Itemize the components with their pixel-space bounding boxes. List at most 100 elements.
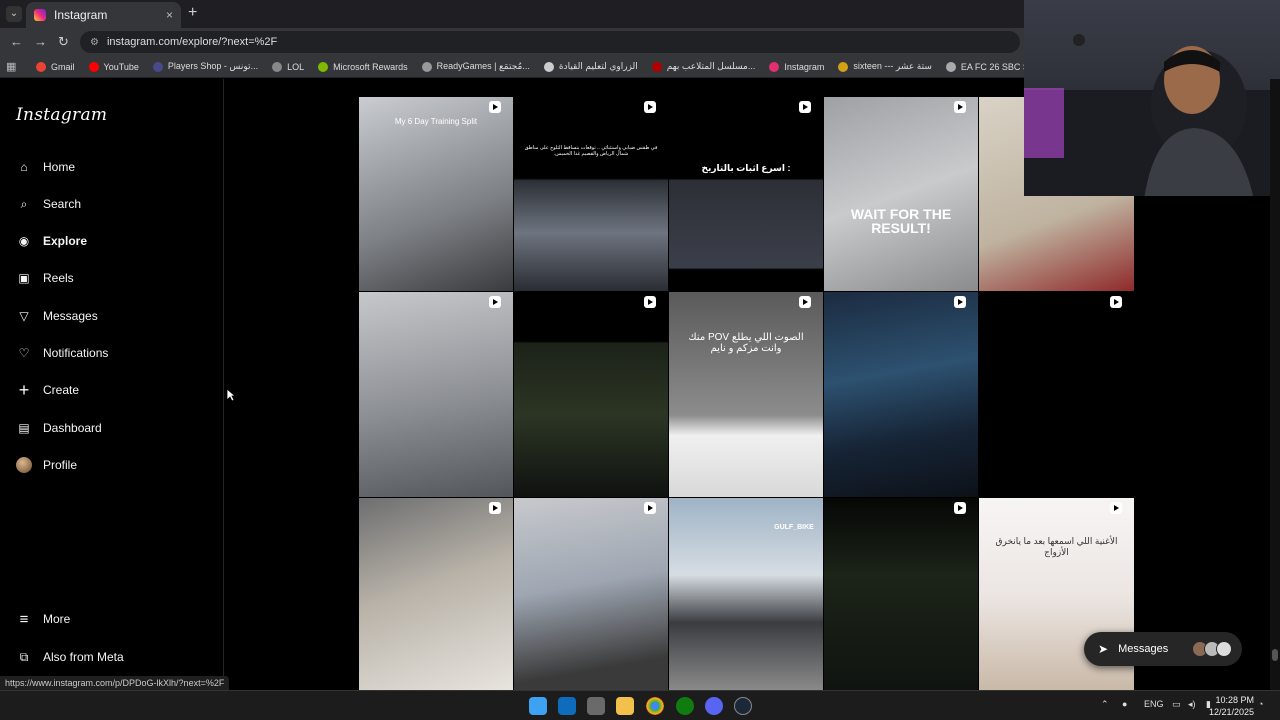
message-avatars [1192, 641, 1232, 657]
explore-grid: My 6 Day Training Split في طقس ضبابي واس… [359, 97, 1135, 690]
instagram-sidebar: Instagram ⌂ Home ⌕ Search ◉ Explore ▣ Re… [0, 79, 224, 690]
explore-post[interactable]: اسرع اثبات بالتاريخ : [669, 97, 823, 291]
explore-post[interactable]: الصوت اللي يطلع POV منك وانت مزكم و نايم [669, 292, 823, 497]
reel-icon [954, 296, 966, 308]
new-tab-button[interactable]: + [188, 4, 197, 22]
reel-icon [489, 101, 501, 113]
volume-icon[interactable]: ◂) [1188, 699, 1196, 710]
instagram-favicon-icon [34, 9, 46, 21]
reels-icon: ▣ [18, 271, 30, 285]
nav-more[interactable]: ≡ More [16, 607, 71, 631]
explore-post[interactable]: My 6 Day Training Split [359, 97, 513, 291]
steam-icon[interactable] [734, 697, 752, 715]
menu-icon: ≡ [19, 610, 29, 628]
gmail-icon [36, 61, 46, 72]
search-icon: ⌕ [20, 196, 28, 211]
nav-explore[interactable]: ◉ Explore [16, 229, 87, 253]
explore-post[interactable] [979, 292, 1134, 497]
close-tab-icon[interactable]: × [166, 8, 173, 22]
bookmark-item[interactable]: YouTube [88, 61, 139, 72]
back-button[interactable]: ← [10, 34, 23, 49]
send-icon: ➤ [1098, 642, 1109, 656]
bookmark-item[interactable]: مسلسل المتلاعب بهم... [651, 61, 755, 72]
nav-create[interactable]: + Create [16, 378, 79, 402]
nav-reels[interactable]: ▣ Reels [16, 266, 73, 290]
reel-icon [1110, 502, 1122, 514]
language-indicator[interactable]: ENG [1144, 699, 1164, 709]
apps-icon[interactable]: ▦ [6, 60, 20, 73]
explore-post[interactable] [824, 292, 978, 497]
page-scrollbar[interactable] [1270, 79, 1280, 690]
series-icon [651, 61, 662, 72]
avatar [16, 457, 32, 473]
outlook-icon[interactable] [558, 697, 576, 715]
reel-icon [954, 101, 966, 113]
ea-fc-icon [945, 61, 956, 72]
network-icon[interactable]: ▭ [1172, 699, 1181, 710]
explore-post[interactable] [514, 498, 668, 690]
bookmark-item[interactable]: Players Shop - تونس... [152, 61, 258, 72]
nav-messages[interactable]: ▽ Messages [16, 304, 97, 328]
meta-apps-icon: ⧉ [19, 649, 29, 664]
nav-notifications[interactable]: ♡ Notifications [16, 341, 109, 365]
webcam-overlay [1024, 0, 1280, 196]
reel-icon [644, 296, 656, 308]
explore-post[interactable] [824, 498, 978, 690]
bookmark-item[interactable]: sixteen --- ستة عشر [838, 61, 932, 72]
nav-profile[interactable]: Profile [16, 453, 77, 477]
explore-post[interactable] [359, 292, 513, 497]
bookmark-item[interactable]: الزراوي لتعليم القيادة [543, 61, 638, 72]
file-explorer-icon[interactable] [616, 697, 634, 715]
reel-icon [644, 502, 656, 514]
bookmark-item[interactable]: LOL [272, 61, 304, 72]
nav-dashboard[interactable]: ▤ Dashboard [16, 416, 101, 440]
xbox-icon[interactable] [676, 697, 694, 715]
plus-icon: + [18, 379, 30, 400]
nav-also-from-meta[interactable]: ⧉ Also from Meta [16, 645, 124, 669]
heart-icon: ♡ [18, 346, 30, 360]
explore-post[interactable]: GULF_BIKE [669, 498, 823, 690]
microphone-icon[interactable]: ● [1122, 699, 1127, 709]
show-hidden-icons[interactable]: ⌃ [1101, 699, 1109, 710]
bookmark-item[interactable]: Gmail [36, 61, 75, 72]
store-icon[interactable] [587, 697, 605, 715]
bookmark-item[interactable]: Instagram [769, 61, 824, 72]
explore-post[interactable]: WAIT FOR THE RESULT! [824, 97, 978, 291]
messages-button[interactable]: ➤ Messages [1084, 632, 1242, 666]
tab-search-icon[interactable]: ⌄ [6, 6, 22, 22]
nav-home[interactable]: ⌂ Home [16, 155, 75, 179]
avatar [1216, 641, 1232, 657]
youtube-icon [88, 61, 99, 72]
tab-instagram[interactable]: Instagram × [26, 2, 181, 28]
windows-start-icon[interactable] [529, 697, 547, 715]
readygames-icon [421, 61, 432, 72]
bookmark-item[interactable]: ReadyGames | مُجتمَع... [421, 61, 530, 72]
driving-school-icon [543, 61, 554, 72]
chart-icon: ▤ [18, 421, 30, 435]
site-info-icon[interactable]: ⚙ [90, 37, 99, 48]
explore-post[interactable] [359, 498, 513, 690]
chrome-icon[interactable] [646, 697, 664, 715]
reel-icon [799, 101, 811, 113]
instagram-logo[interactable]: Instagram [16, 105, 107, 125]
tab-title: Instagram [54, 8, 108, 22]
address-bar[interactable]: ⚙ instagram.com/explore/?next=%2F [80, 31, 1020, 53]
bookmark-item[interactable]: Microsoft Rewards [318, 61, 408, 72]
reload-button[interactable]: ↻ [58, 34, 69, 50]
mouse-cursor-icon [226, 388, 236, 402]
reel-icon [489, 296, 501, 308]
players-shop-icon [152, 61, 163, 72]
taskbar-clock[interactable]: 10:28 PM 12/21/2025 [1209, 694, 1254, 718]
explore-post[interactable]: في طقس ضبابي واستثنائي .. توقعات بتساقط … [514, 97, 668, 291]
notification-bell-icon[interactable]: ◔ [1258, 699, 1263, 709]
forward-button[interactable]: → [34, 34, 47, 49]
nav-search[interactable]: ⌕ Search [16, 192, 81, 216]
sixteen-icon [838, 61, 849, 72]
reel-icon [489, 502, 501, 514]
explore-post[interactable] [514, 292, 668, 497]
url-text: instagram.com/explore/?next=%2F [106, 36, 278, 48]
compass-icon: ◉ [18, 234, 30, 248]
reel-icon [644, 101, 656, 113]
scrollbar-thumb[interactable] [1272, 649, 1278, 661]
discord-icon[interactable] [705, 697, 723, 715]
